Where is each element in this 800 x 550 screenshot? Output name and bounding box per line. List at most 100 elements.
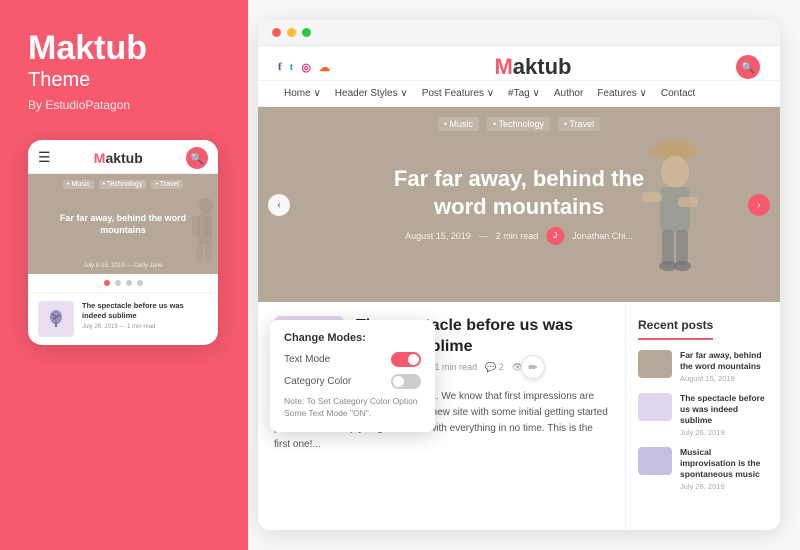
- hero-read: 2 min read: [496, 231, 539, 241]
- mobile-menu-icon: ☰: [38, 150, 51, 167]
- recent-post-1: Far far away, behind the word mountains …: [638, 350, 768, 383]
- site-nav: Home ∨ Header Styles ∨ Post Features ∨ #…: [258, 81, 780, 107]
- content-sidebar: Recent posts Far far away, behind the wo…: [625, 302, 780, 530]
- article-read: 1 min read: [435, 362, 478, 373]
- rp-date-1: August 15, 2019: [680, 374, 768, 383]
- mobile-tag-travel: • Travel: [151, 180, 182, 189]
- edit-icon-button[interactable]: ✏: [521, 355, 545, 379]
- nav-author[interactable]: Author: [548, 86, 589, 101]
- change-modes-popup: Change Modes: Text Mode Category Color N…: [270, 320, 435, 432]
- hero-title: Far far away, behind the word mountains: [389, 164, 650, 221]
- popup-catcolor-label: Category Color: [284, 376, 351, 387]
- mobile-post-meta: July 26, 2019 — 1 min read: [82, 324, 208, 330]
- rp-title-1: Far far away, behind the word mountains: [680, 350, 768, 372]
- author-avatar: J: [546, 227, 564, 245]
- mobile-post-thumb: [38, 301, 74, 337]
- rp-title-2: The spectacle before us was indeed subli…: [680, 393, 768, 426]
- search-icon: 🔍: [190, 152, 204, 165]
- brand-m: M: [28, 29, 56, 67]
- mobile-post-info: The spectacle before us was indeed subli…: [82, 301, 208, 337]
- header-brand-m: M: [494, 54, 512, 79]
- mobile-nav-dot-3[interactable]: [126, 280, 132, 286]
- browser-dot-minimize[interactable]: [287, 28, 296, 37]
- popup-title: Change Modes:: [284, 332, 421, 344]
- browser-topbar: [258, 20, 780, 46]
- rp-date-2: July 26, 2019: [680, 428, 768, 437]
- mobile-nav-dot-1[interactable]: [104, 280, 110, 286]
- mobile-dots-nav: [28, 274, 218, 292]
- search-icon: 🔍: [741, 61, 755, 74]
- twitter-icon[interactable]: t: [290, 61, 294, 73]
- header-social: f t ◎ ☁: [278, 61, 330, 74]
- hero-slider: • Music • Technology • Travel Far far aw…: [258, 107, 780, 302]
- mobile-post-title: The spectacle before us was indeed subli…: [82, 301, 208, 321]
- rp-date-3: July 26, 2019: [680, 482, 768, 491]
- hero-author: Jonathan Chi...: [572, 231, 633, 241]
- nav-header-styles[interactable]: Header Styles ∨: [329, 86, 414, 101]
- mobile-mockup: ☰ Maktub 🔍 • Music • Technology • Travel…: [28, 140, 218, 345]
- facebook-icon[interactable]: f: [278, 61, 282, 73]
- mobile-hero: • Music • Technology • Travel Far far aw…: [28, 174, 218, 274]
- toggle-knob: [408, 354, 419, 365]
- rp-thumb-1: [638, 350, 672, 378]
- browser-dot-close[interactable]: [272, 28, 281, 37]
- mobile-search-button[interactable]: 🔍: [186, 147, 208, 169]
- tree-icon: [45, 308, 67, 330]
- mobile-hero-title: Far far away, behind the word mountains: [28, 212, 218, 237]
- rp-info-1: Far far away, behind the word mountains …: [680, 350, 768, 383]
- mobile-topbar: ☰ Maktub 🔍: [28, 140, 218, 174]
- browser-mockup: f t ◎ ☁ Maktub 🔍 Home ∨ Header Styles ∨ …: [258, 20, 780, 530]
- header-brand: Maktub: [494, 54, 571, 80]
- popup-note: Note: To Set Category Color Option Some …: [284, 396, 421, 420]
- mobile-post-item: The spectacle before us was indeed subli…: [28, 292, 218, 345]
- mobile-tag-music: • Music: [63, 180, 94, 189]
- rp-thumb-2: [638, 393, 672, 421]
- brand-title: Maktub: [28, 30, 220, 67]
- instagram-icon[interactable]: ◎: [301, 61, 311, 74]
- textmode-toggle[interactable]: [391, 352, 421, 367]
- mobile-nav-dot-2[interactable]: [115, 280, 121, 286]
- header-search-button[interactable]: 🔍: [736, 55, 760, 79]
- catcolor-toggle[interactable]: [391, 374, 421, 389]
- hero-tag-tech: • Technology: [487, 117, 550, 131]
- mobile-hero-tags: • Music • Technology • Travel: [28, 180, 218, 189]
- rp-thumb-3: [638, 447, 672, 475]
- site-header: f t ◎ ☁ Maktub 🔍: [258, 46, 780, 81]
- recent-post-2: The spectacle before us was indeed subli…: [638, 393, 768, 437]
- hero-separator: —: [479, 231, 488, 241]
- hero-prev-button[interactable]: ‹: [268, 194, 290, 216]
- article-comments: 💬 2: [485, 362, 504, 373]
- nav-contact[interactable]: Contact: [655, 86, 701, 101]
- hero-date: August 15, 2019: [405, 231, 471, 241]
- toggle-knob-2: [393, 376, 404, 387]
- rp-title-3: Musical improvisation is the spontaneous…: [680, 447, 768, 480]
- mobile-hero-meta: July 8-15, 2019 — Carly Jane: [28, 263, 218, 269]
- mobile-brand: Maktub: [94, 150, 143, 166]
- popup-row-textmode: Text Mode: [284, 352, 421, 367]
- brand-by: By EstudioPatagon: [28, 98, 220, 112]
- nav-post-features[interactable]: Post Features ∨: [416, 86, 500, 101]
- hero-tag-travel: • Travel: [558, 117, 600, 131]
- mobile-tag-tech: • Technology: [99, 180, 147, 189]
- recent-post-3: Musical improvisation is the spontaneous…: [638, 447, 768, 491]
- hero-title-block: Far far away, behind the word mountains …: [389, 164, 650, 244]
- hero-tags: • Music • Technology • Travel: [438, 117, 600, 131]
- brand-subtitle: Theme: [28, 69, 220, 92]
- nav-features[interactable]: Features ∨: [591, 86, 653, 101]
- rp-info-2: The spectacle before us was indeed subli…: [680, 393, 768, 437]
- browser-dot-maximize[interactable]: [302, 28, 311, 37]
- left-panel: Maktub Theme By EstudioPatagon ☰ Maktub …: [0, 0, 248, 550]
- rss-icon[interactable]: ☁: [319, 61, 330, 74]
- browser-content: f t ◎ ☁ Maktub 🔍 Home ∨ Header Styles ∨ …: [258, 46, 780, 530]
- hero-meta: August 15, 2019 — 2 min read J Jonathan …: [389, 227, 650, 245]
- rp-info-3: Musical improvisation is the spontaneous…: [680, 447, 768, 491]
- nav-tag[interactable]: #Tag ∨: [502, 86, 546, 101]
- nav-home[interactable]: Home ∨: [278, 86, 327, 101]
- hero-next-button[interactable]: ›: [748, 194, 770, 216]
- sidebar-title: Recent posts: [638, 318, 713, 340]
- popup-row-catcolor: Category Color: [284, 374, 421, 389]
- popup-textmode-label: Text Mode: [284, 354, 330, 365]
- mobile-brand-m: M: [94, 150, 106, 166]
- mobile-nav-dot-4[interactable]: [137, 280, 143, 286]
- hero-tag-music: • Music: [438, 117, 479, 131]
